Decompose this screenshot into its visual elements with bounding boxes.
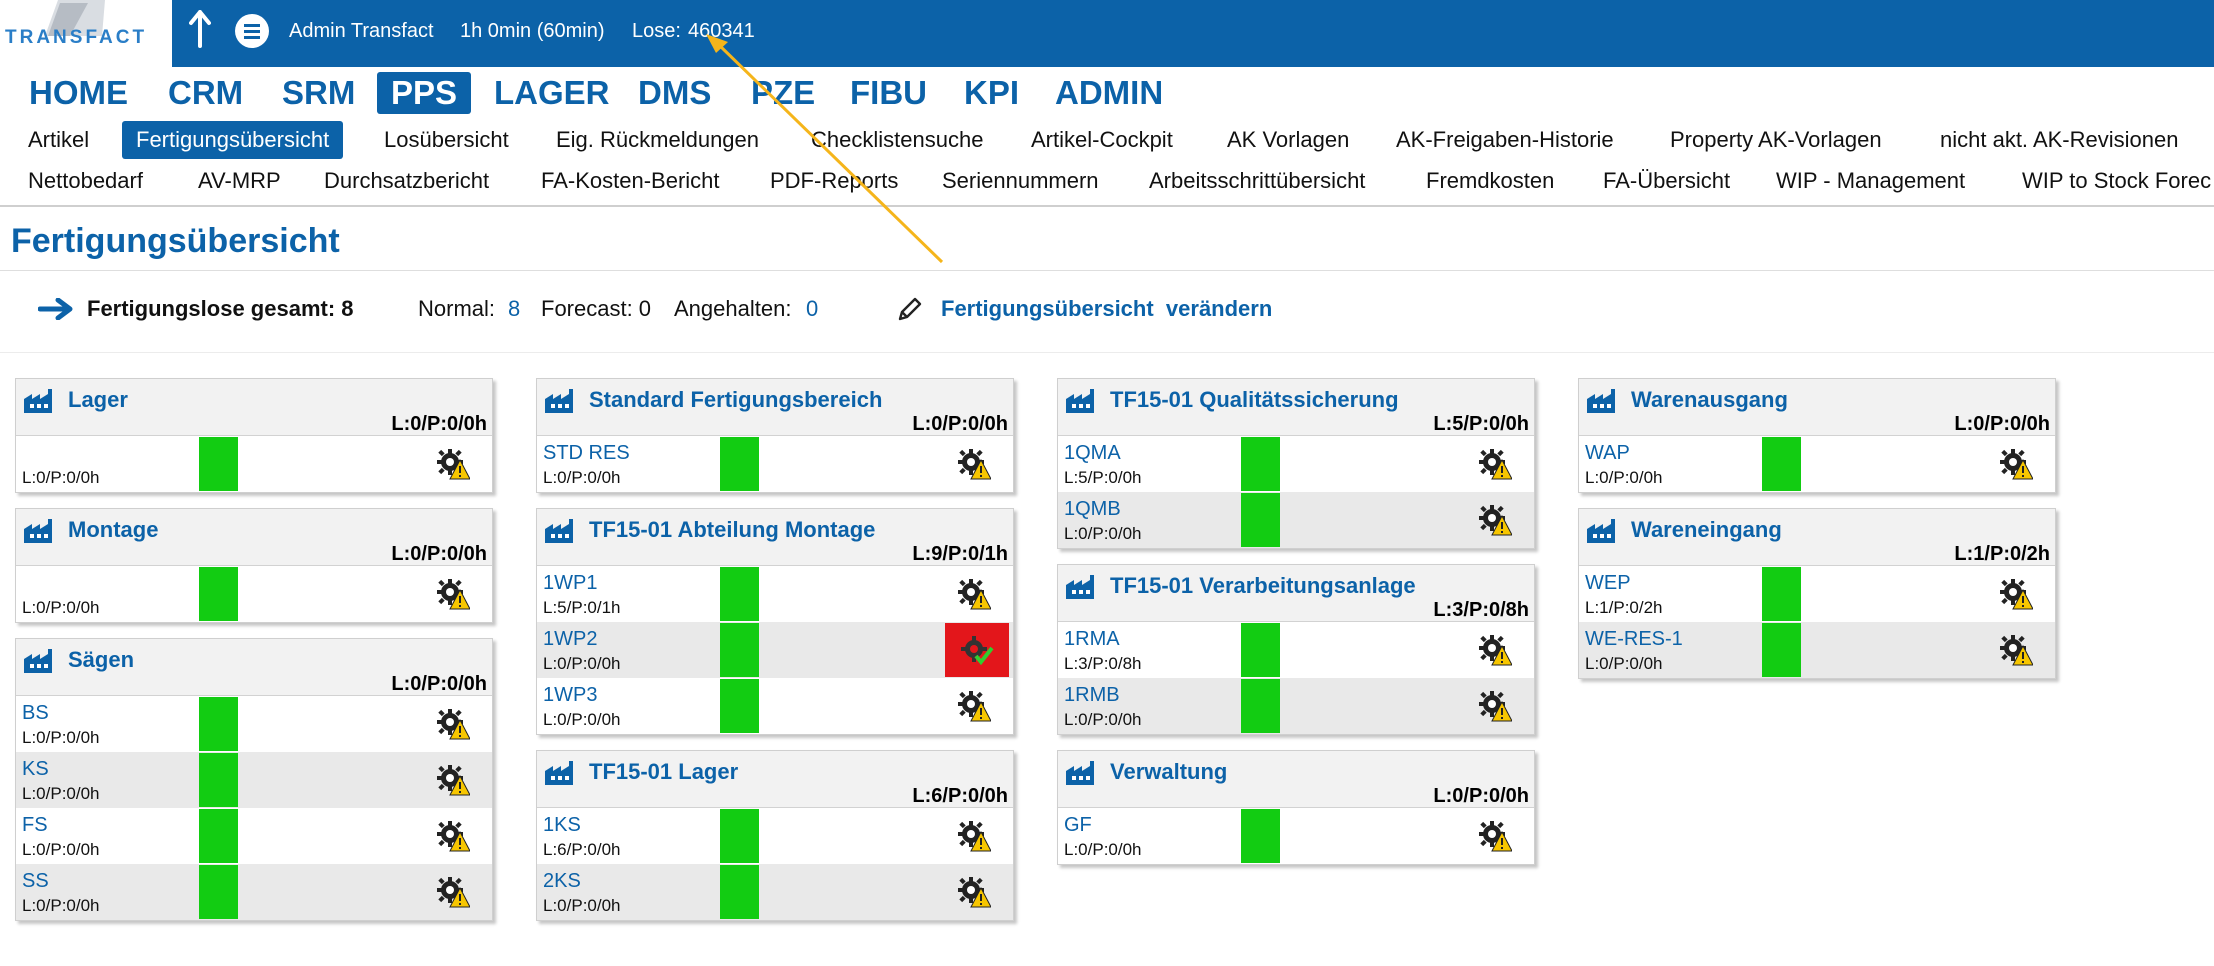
annotation-arrow [706,34,944,264]
